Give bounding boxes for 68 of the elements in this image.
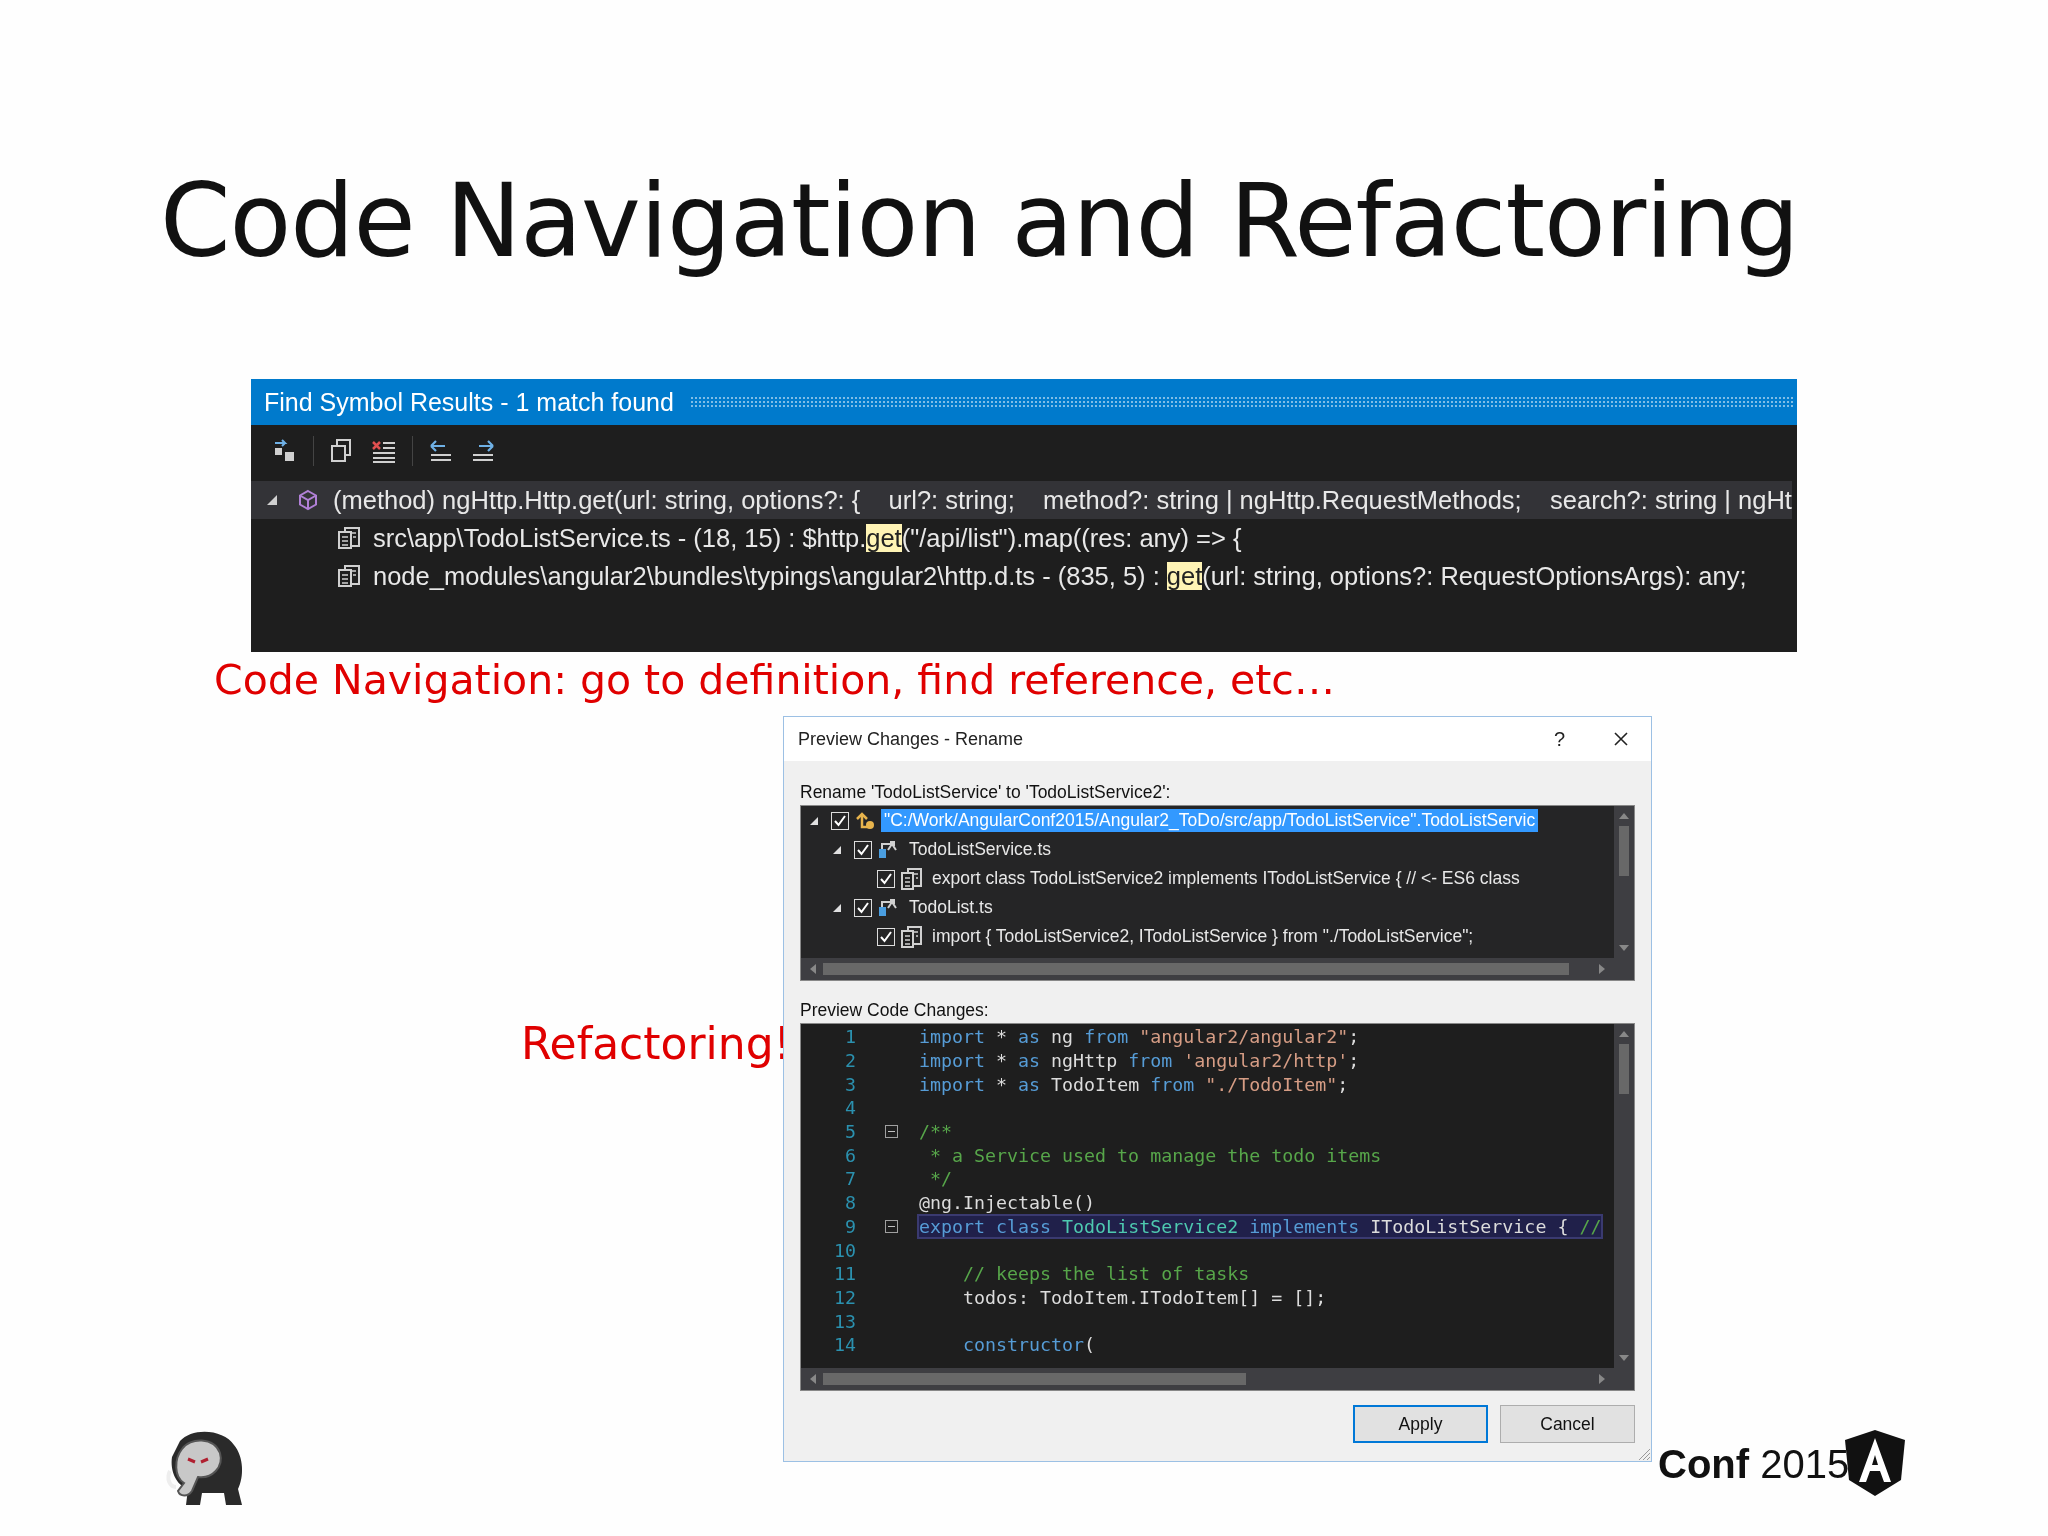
document-lines-icon — [337, 564, 361, 588]
vertical-scrollbar[interactable] — [1614, 806, 1634, 958]
apply-button[interactable]: Apply — [1353, 1405, 1488, 1443]
checkbox[interactable] — [854, 840, 872, 859]
code-line: /** — [919, 1121, 953, 1143]
checkbox[interactable] — [831, 811, 849, 830]
line-number: 3 — [844, 1073, 856, 1095]
code-line: import * as ng from "angular2/angular2"; — [919, 1026, 1360, 1048]
code-line: // keeps the list of tasks — [962, 1263, 1250, 1285]
slide-title: Code Navigation and Refactoring — [160, 162, 1799, 280]
scroll-thumb[interactable] — [1619, 1044, 1629, 1094]
collapse-icon[interactable] — [885, 1125, 898, 1139]
tree-item[interactable]: import { TodoListService2, ITodoListService } from "./TodoListService"; — [929, 925, 1477, 948]
line-number: 5 — [844, 1121, 856, 1143]
help-button[interactable]: ? — [1549, 727, 1569, 751]
line-number: 8 — [844, 1192, 856, 1214]
line-number: 12 — [833, 1286, 856, 1308]
code-line: constructor( — [962, 1334, 1096, 1356]
line-number: 10 — [833, 1239, 856, 1261]
code-line: import * as TodoItem from "./TodoItem"; — [919, 1073, 1349, 1095]
document-lines-icon — [901, 925, 923, 948]
line-number: 6 — [844, 1144, 856, 1166]
hierarchy-icon — [878, 839, 900, 860]
tree-item[interactable]: TodoListService.ts — [906, 838, 1054, 861]
code-line: @ng.Injectable() — [919, 1192, 1096, 1214]
scroll-thumb[interactable] — [1619, 826, 1629, 876]
result-text: (method) ngHttp.Http.get(url: string, options?: { url?: string; method?: string | ngHttp.RequestMethods; search?: string | ngHt — [333, 485, 1792, 515]
document-lines-icon — [337, 526, 361, 550]
code-line: * a Service used to manage the todo items — [929, 1144, 1382, 1166]
preview-label: Preview Code Changes: — [800, 999, 990, 1022]
document-lines-icon — [901, 867, 923, 890]
code-line: import * as ngHttp from 'angular2/http'; — [919, 1050, 1360, 1072]
dialog-title: Preview Changes - Rename — [798, 728, 1025, 750]
line-number: 11 — [833, 1263, 856, 1285]
tree-item[interactable]: TodoList.ts — [906, 896, 996, 919]
collapse-icon[interactable] — [885, 1219, 898, 1233]
tree-item[interactable]: export class TodoListService2 implements ITodoListService { // <- ES6 class — [929, 867, 1523, 890]
horizontal-scrollbar[interactable] — [801, 1368, 1634, 1390]
horizontal-scrollbar[interactable] — [801, 958, 1634, 980]
rename-icon — [855, 810, 875, 831]
brand-text: Conf 2015 — [1658, 1442, 1850, 1487]
code-line: todos: TodoItem.ITodoItem[] = []; — [962, 1286, 1327, 1308]
resize-grip-icon[interactable] — [1637, 1447, 1651, 1461]
vertical-scrollbar[interactable] — [1614, 1024, 1634, 1368]
scroll-thumb[interactable] — [823, 1373, 1246, 1385]
line-number: 14 — [833, 1334, 856, 1356]
caption: Refactoring! — [521, 1018, 792, 1069]
caption: Code Navigation: go to definition, find reference, etc… — [214, 656, 1335, 704]
code-line: */ — [929, 1168, 953, 1190]
line-number: 2 — [844, 1050, 856, 1072]
result-row[interactable]: node_modules\angular2\bundles\typings\angular2\http.d.ts - (835, 5) : get(url: string, options?: RequestOptionsArgs): any; — [251, 557, 1747, 595]
panel-title: Find Symbol Results - 1 match found — [264, 387, 674, 417]
rename-label: Rename 'TodoListService' to 'TodoListService2': — [800, 781, 1172, 804]
collapse-arrow-icon[interactable] — [265, 493, 279, 507]
result-text: node_modules\angular2\bundles\typings\angular2\http.d.ts - (835, 5) : get(url: string, options?: RequestOptionsArgs): any; — [373, 561, 1747, 591]
line-number: 13 — [833, 1310, 856, 1332]
scroll-thumb[interactable] — [823, 963, 1569, 975]
result-row[interactable]: (method) ngHttp.Http.get(url: string, options?: { url?: string; method?: string | ngHttp.RequestMethods; search?: string | ngHt — [251, 481, 1792, 519]
checkbox[interactable] — [877, 869, 895, 888]
line-number: 9 — [844, 1215, 856, 1237]
checkbox[interactable] — [854, 898, 872, 917]
line-number: 1 — [844, 1026, 856, 1048]
checkbox[interactable] — [877, 927, 895, 946]
line-number: 7 — [844, 1168, 856, 1190]
cancel-button[interactable]: Cancel — [1500, 1405, 1635, 1443]
line-number: 4 — [844, 1097, 856, 1119]
cube-icon — [297, 489, 319, 511]
hierarchy-icon — [878, 897, 900, 918]
